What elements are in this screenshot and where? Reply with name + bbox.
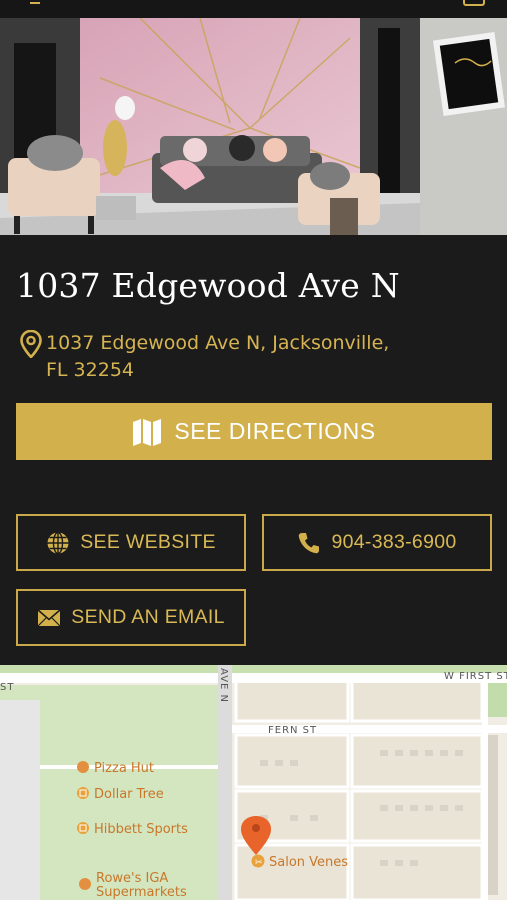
address-text: 1037 Edgewood Ave N, Jacksonville, FL 32… xyxy=(46,332,390,381)
see-directions-label: SEE DIRECTIONS xyxy=(174,418,376,444)
phone-number: 904-383-6900 xyxy=(331,531,457,553)
street-label-fern: FERN ST xyxy=(268,725,317,736)
svg-text:✂: ✂ xyxy=(255,858,263,868)
street-label-st: ST xyxy=(0,682,14,693)
share-icon[interactable] xyxy=(463,0,485,6)
see-website-label: SEE WEBSITE xyxy=(80,531,216,553)
see-directions-button[interactable]: SEE DIRECTIONS xyxy=(16,403,492,460)
svg-text:Supermarkets: Supermarkets xyxy=(96,885,187,900)
map-pin-icon xyxy=(20,330,42,358)
street-label-edgewood: AVE N xyxy=(218,668,229,703)
call-button[interactable]: 904-383-6900 xyxy=(262,514,492,571)
phone-icon xyxy=(299,532,320,553)
svg-text:Salon Venes: Salon Venes xyxy=(269,855,348,870)
svg-text:Pizza Hut: Pizza Hut xyxy=(94,761,154,776)
globe-icon xyxy=(47,531,69,554)
send-email-button[interactable]: SEND AN EMAIL xyxy=(16,589,246,646)
location-map[interactable]: AVE N W FIRST ST FERN ST ST Pizza Hut Do… xyxy=(0,665,507,900)
poi-hibbett-sports[interactable]: Hibbett Sports xyxy=(77,822,188,837)
street-label-w-first: W FIRST ST xyxy=(444,671,507,682)
map-icon xyxy=(133,418,162,446)
address-line[interactable]: 1037 Edgewood Ave N, Jacksonville, FL 32… xyxy=(20,330,460,384)
send-email-label: SEND AN EMAIL xyxy=(71,606,225,628)
see-website-button[interactable]: SEE WEBSITE xyxy=(16,514,246,571)
svg-text:Dollar Tree: Dollar Tree xyxy=(94,787,164,802)
top-app-bar xyxy=(0,0,507,18)
svg-text:Hibbett Sports: Hibbett Sports xyxy=(94,822,188,837)
svg-text:Rowe's IGA: Rowe's IGA xyxy=(96,871,168,886)
salon-photo xyxy=(0,18,507,235)
page-title: 1037 Edgewood Ave N xyxy=(16,266,400,305)
envelope-icon xyxy=(37,608,61,626)
back-icon[interactable] xyxy=(30,0,40,4)
